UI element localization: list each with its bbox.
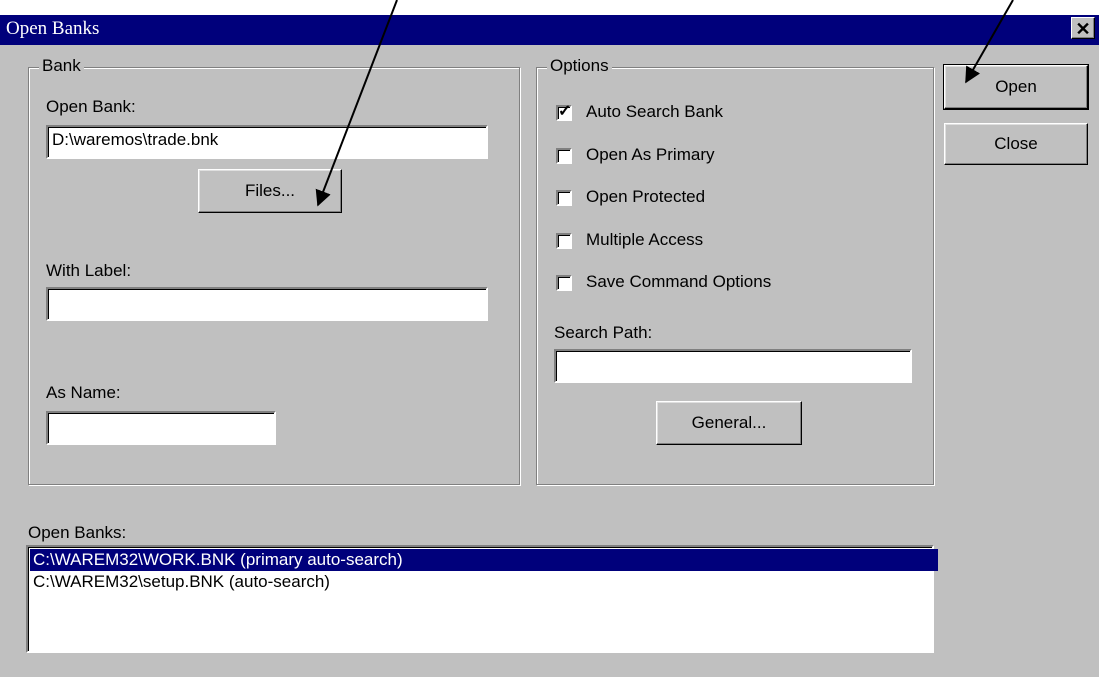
list-item[interactable]: C:\WAREM32\WORK.BNK (primary auto-search… <box>30 549 938 571</box>
as-name-input[interactable] <box>46 411 276 445</box>
open-banks-label: Open Banks: <box>28 523 127 542</box>
save-command-options-label[interactable]: Save Command Options <box>586 272 771 292</box>
options-group-label: Options <box>547 56 612 76</box>
open-banks-list[interactable]: C:\WAREM32\WORK.BNK (primary auto-search… <box>26 545 938 653</box>
multiple-access-label[interactable]: Multiple Access <box>586 230 703 250</box>
title-bar[interactable]: Open Banks ✕ <box>0 15 1099 45</box>
as-name-label: As Name: <box>46 383 121 402</box>
search-path-label: Search Path: <box>554 323 653 342</box>
close-window-button[interactable]: ✕ <box>1071 17 1095 39</box>
with-label-input[interactable] <box>46 287 488 321</box>
list-item[interactable]: C:\WAREM32\setup.BNK (auto-search) <box>30 571 333 593</box>
window-title: Open Banks <box>6 18 100 39</box>
save-command-options-checkbox[interactable] <box>556 275 572 291</box>
checkmark-icon: ✓ <box>558 103 572 120</box>
open-as-primary-label[interactable]: Open As Primary <box>586 145 715 165</box>
with-label-label: With Label: <box>46 261 132 280</box>
files-button[interactable]: Files... <box>198 169 342 213</box>
auto-search-bank-checkbox[interactable]: ✓ <box>556 103 572 121</box>
open-protected-label[interactable]: Open Protected <box>586 187 705 207</box>
open-as-primary-checkbox[interactable] <box>556 148 572 164</box>
open-bank-input[interactable]: D:\waremos\trade.bnk <box>46 125 488 159</box>
general-button[interactable]: General... <box>656 401 802 445</box>
open-button[interactable]: Open <box>943 64 1089 110</box>
search-path-input[interactable] <box>554 349 912 383</box>
auto-search-bank-label[interactable]: Auto Search Bank <box>586 102 723 122</box>
open-banks-dialog: Open Banks ✕ Bank Open Bank: D:\waremos\… <box>0 15 1099 677</box>
bank-group-label: Bank <box>39 56 84 76</box>
open-protected-checkbox[interactable] <box>556 190 572 206</box>
multiple-access-checkbox[interactable] <box>556 233 572 249</box>
close-button[interactable]: Close <box>944 123 1088 165</box>
open-bank-label: Open Bank: <box>46 97 136 116</box>
